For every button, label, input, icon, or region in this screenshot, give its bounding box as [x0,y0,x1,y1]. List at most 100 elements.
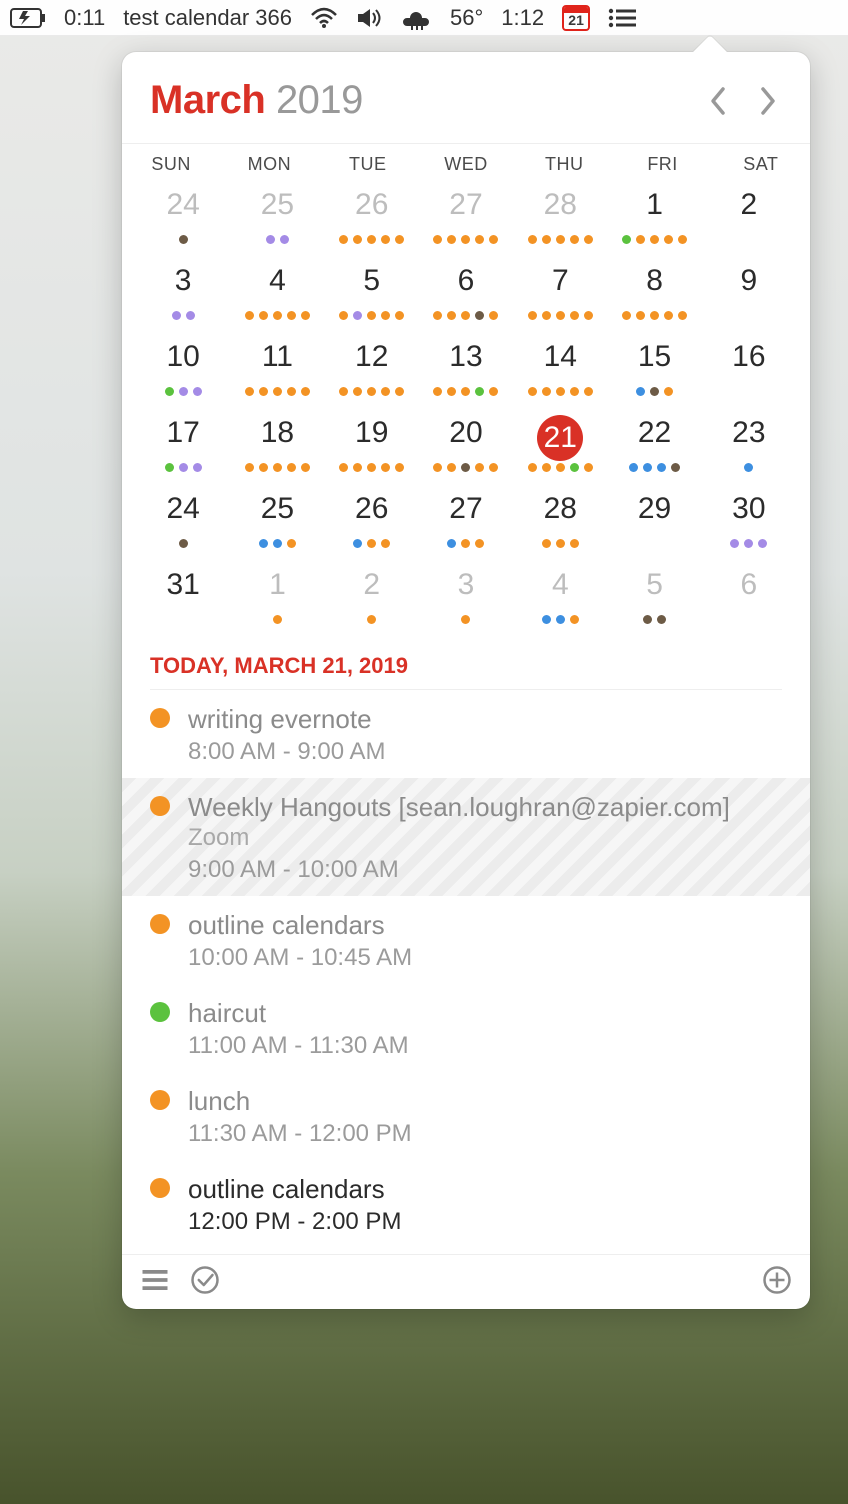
event-dot [259,539,268,548]
calendar-day[interactable]: 1 [230,567,324,629]
calendar-day[interactable]: 17 [136,415,230,477]
calendar-day[interactable]: 28 [513,491,607,553]
calendar-day[interactable]: 5 [607,567,701,629]
calendar-day[interactable]: 1 [607,187,701,249]
event-dots [136,311,230,321]
add-event-button[interactable] [762,1265,792,1295]
calendar-day[interactable]: 3 [419,567,513,629]
calendar-day[interactable]: 4 [230,263,324,325]
event-dots [325,463,419,473]
calendar-day[interactable]: 2 [702,187,796,249]
calendar-day[interactable]: 22 [607,415,701,477]
event-dot [570,311,579,320]
day-header: THU [515,144,613,183]
calendar-popover: March 2019 SUNMONTUEWEDTHUFRISAT 2425262… [122,52,810,1309]
calendar-day[interactable]: 15 [607,339,701,401]
menubar-calendar-icon[interactable]: 21 [562,5,590,31]
calendar-day[interactable]: 27 [419,491,513,553]
event-dot [556,615,565,624]
calendar-day[interactable]: 4 [513,567,607,629]
menubar-clock[interactable]: 1:12 [501,5,544,31]
calendar-day[interactable]: 25 [230,187,324,249]
calendar-day[interactable]: 6 [419,263,513,325]
menubar-temperature[interactable]: 56° [450,5,483,31]
calendar-day[interactable]: 26 [325,187,419,249]
day-number: 7 [540,263,580,299]
event-item[interactable]: haircut11:00 AM - 11:30 AM [150,984,782,1072]
calendar-day[interactable]: 10 [136,339,230,401]
calendar-day[interactable]: 13 [419,339,513,401]
calendar-day[interactable]: 28 [513,187,607,249]
calendar-day[interactable]: 2 [325,567,419,629]
calendar-day[interactable]: 7 [513,263,607,325]
calendar-day[interactable]: 26 [325,491,419,553]
month-year-title: March 2019 [150,78,363,123]
calendar-day[interactable]: 27 [419,187,513,249]
event-dots [702,387,796,397]
event-item[interactable]: lunch11:30 AM - 12:00 PM [150,1072,782,1160]
day-header: FRI [613,144,711,183]
event-item[interactable]: outline calendars10:00 AM - 10:45 AM [150,896,782,984]
calendar-day[interactable]: 18 [230,415,324,477]
event-dot [461,311,470,320]
weather-icon[interactable] [402,6,432,30]
event-dot [528,235,537,244]
event-dots [325,387,419,397]
calendar-day[interactable]: 5 [325,263,419,325]
day-number: 3 [163,263,203,299]
day-number: 22 [635,415,675,451]
event-time: 12:00 PM - 2:00 PM [188,1208,782,1236]
prev-month-button[interactable] [704,83,734,119]
event-dot [636,311,645,320]
event-dot [643,615,652,624]
calendar-day[interactable]: 24 [136,491,230,553]
event-title: outline calendars [188,910,782,940]
event-body: writing evernote8:00 AM - 9:00 AM [188,704,782,766]
calendar-day[interactable]: 29 [607,491,701,553]
event-time: 8:00 AM - 9:00 AM [188,738,782,766]
calendar-day[interactable]: 14 [513,339,607,401]
menubar-event-label[interactable]: test calendar 366 [123,5,292,31]
calendar-day[interactable]: 31 [136,567,230,629]
calendar-day[interactable]: 20 [419,415,513,477]
calendar-day[interactable]: 30 [702,491,796,553]
event-dot [556,311,565,320]
calendar-day[interactable]: 11 [230,339,324,401]
calendar-day[interactable]: 12 [325,339,419,401]
event-dot [636,387,645,396]
event-dot [744,463,753,472]
event-dot [758,539,767,548]
calendar-day[interactable]: 6 [702,567,796,629]
day-number: 5 [635,567,675,603]
volume-icon[interactable] [356,7,384,29]
calendar-day[interactable]: 9 [702,263,796,325]
calendar-day[interactable]: 24 [136,187,230,249]
calendar-day[interactable]: 21 [513,415,607,477]
calendar-day[interactable]: 8 [607,263,701,325]
day-number: 24 [163,491,203,527]
event-dot [570,615,579,624]
event-item[interactable]: Weekly Hangouts [sean.loughran@zapier.co… [122,778,810,896]
calendar-day[interactable]: 3 [136,263,230,325]
calendar-day[interactable]: 16 [702,339,796,401]
wifi-icon[interactable] [310,7,338,29]
day-header: SAT [712,144,810,183]
calendar-day[interactable]: 25 [230,491,324,553]
menubar-countdown[interactable]: 0:11 [64,5,105,31]
event-dot [259,387,268,396]
calendar-day[interactable]: 23 [702,415,796,477]
event-dots [230,539,324,549]
event-time: 11:30 AM - 12:00 PM [188,1120,782,1148]
event-item[interactable]: outline calendars12:00 PM - 2:00 PM [150,1160,782,1248]
menubar-list-icon[interactable] [608,8,636,28]
next-month-button[interactable] [752,83,782,119]
event-dot [367,387,376,396]
event-dot [629,463,638,472]
reminders-button[interactable] [190,1265,220,1295]
menu-button[interactable] [140,1265,170,1295]
calendar-day[interactable]: 19 [325,415,419,477]
event-dot [273,387,282,396]
day-number: 1 [257,567,297,603]
event-item[interactable]: writing evernote8:00 AM - 9:00 AM [150,690,782,778]
day-number: 18 [257,415,297,451]
